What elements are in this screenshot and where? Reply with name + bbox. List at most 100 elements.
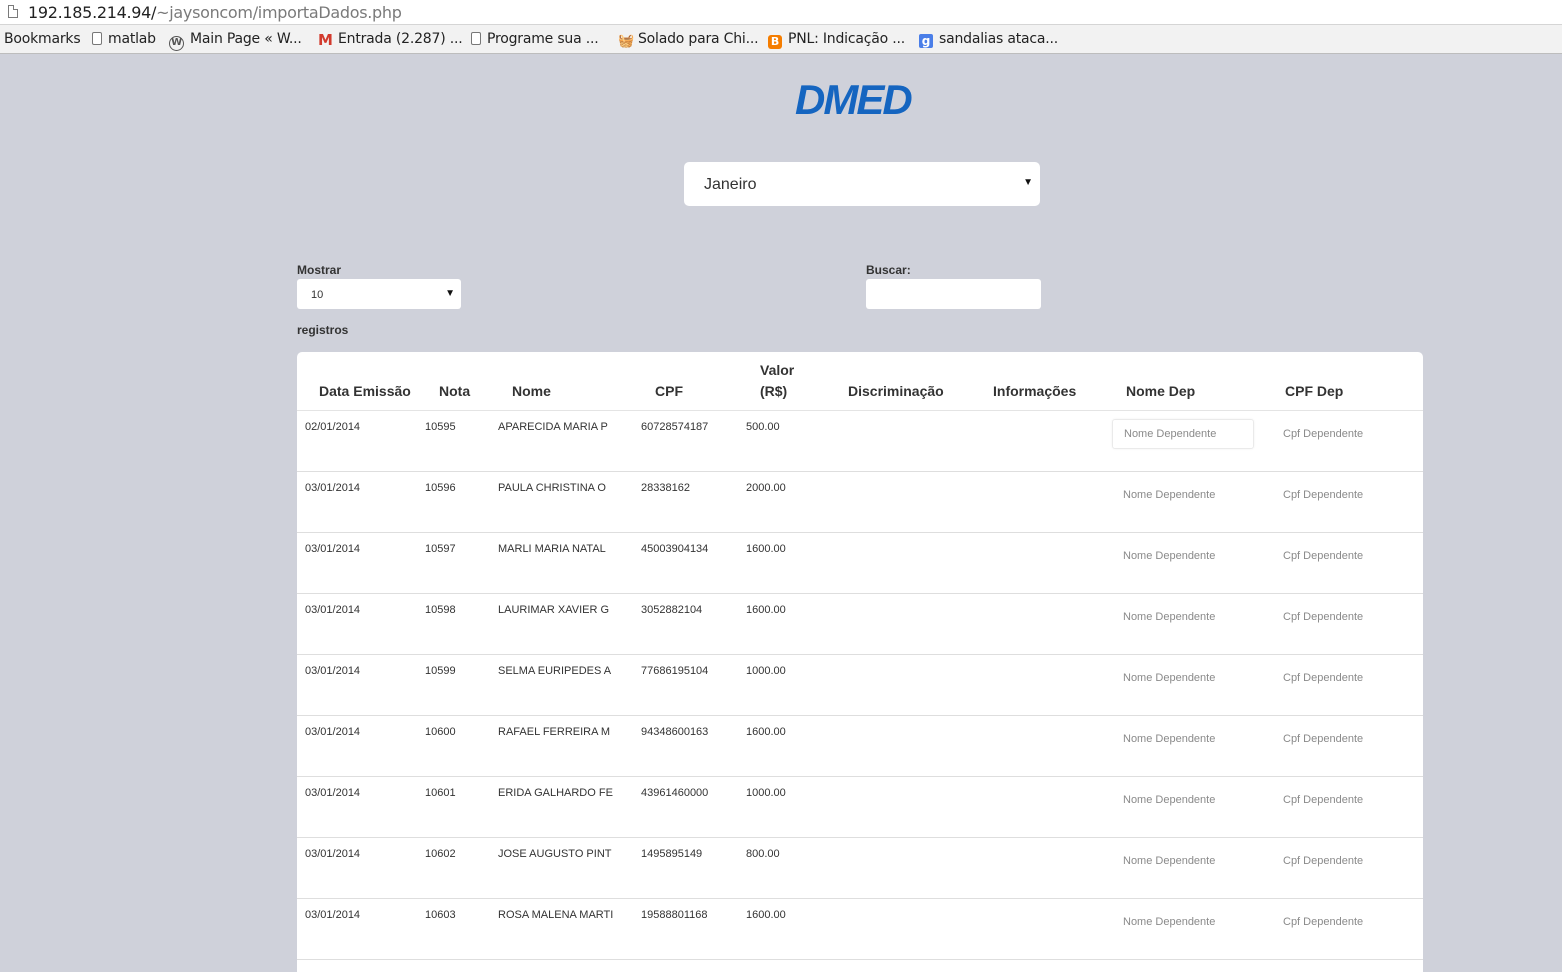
- column-header-nome-dep[interactable]: Nome Dep: [1126, 381, 1195, 402]
- cell-valor: 2000.00: [746, 482, 786, 494]
- document-icon: [92, 32, 102, 45]
- month-select-value: Janeiro: [704, 176, 757, 193]
- cell-valor: 1600.00: [746, 543, 786, 555]
- cell-valor: 1000.00: [746, 665, 786, 677]
- column-header-data-emissao[interactable]: Data Emissão: [319, 381, 411, 402]
- url-text[interactable]: 192.185.214.94/~jaysoncom/importaDados.p…: [28, 3, 402, 22]
- cell-nome: ROSA MALENA MARTI: [498, 909, 614, 921]
- nome-dependente-input[interactable]: [1112, 785, 1254, 815]
- nome-dependente-input[interactable]: [1112, 602, 1254, 632]
- nome-dependente-input[interactable]: [1112, 724, 1254, 754]
- gmail-icon: M: [318, 31, 333, 49]
- bookmark-solado[interactable]: 🧺 Solado para Chi...: [618, 31, 759, 49]
- nome-dependente-input[interactable]: [1112, 419, 1254, 449]
- bookmark-label: Programe sua ...: [487, 31, 599, 47]
- cell-valor: 1600.00: [746, 726, 786, 738]
- cell-nota: 10596: [425, 482, 456, 494]
- cpf-dependente-input[interactable]: [1272, 419, 1402, 449]
- cell-valor: 1600.00: [746, 909, 786, 921]
- nome-dependente-input[interactable]: [1112, 907, 1254, 937]
- table-row: 03/01/2014 10596 PAULA CHRISTINA O 28338162…: [297, 472, 1423, 533]
- cpf-dependente-input[interactable]: [1272, 724, 1402, 754]
- bookmark-pnl[interactable]: B PNL: Indicação ...: [768, 31, 905, 49]
- bookmark-sandalias[interactable]: g sandalias ataca...: [919, 31, 1058, 48]
- cell-nota: 10603: [425, 909, 456, 921]
- bookmark-programe[interactable]: Programe sua ...: [471, 31, 599, 47]
- cpf-dependente-input[interactable]: [1272, 480, 1402, 510]
- document-icon: [471, 32, 481, 45]
- bookmark-matlab[interactable]: matlab: [92, 31, 156, 47]
- bookmark-label: PNL: Indicação ...: [788, 31, 905, 47]
- cell-nota: 10599: [425, 665, 456, 677]
- cell-nome: MARLI MARIA NATAL: [498, 543, 606, 555]
- search-input[interactable]: [866, 279, 1041, 309]
- page-length-value: 10: [311, 289, 324, 301]
- cell-nome: ERIDA GALHARDO FE: [498, 787, 613, 799]
- cell-data-emissao: 03/01/2014: [305, 604, 361, 616]
- cpf-dependente-input[interactable]: [1272, 602, 1402, 632]
- basket-icon: 🧺: [618, 34, 634, 49]
- cell-data-emissao: 03/01/2014: [305, 787, 361, 799]
- page-length-select[interactable]: 10 ▼: [297, 279, 461, 309]
- cell-cpf: 28338162: [641, 482, 690, 494]
- url-host: 192.185.214.94/: [28, 3, 157, 22]
- column-header-valor[interactable]: Valor (R$): [760, 360, 806, 402]
- blogger-icon: B: [768, 35, 782, 49]
- column-header-informacoes[interactable]: Informações: [993, 381, 1076, 402]
- nome-dependente-input[interactable]: [1112, 846, 1254, 876]
- column-header-cpf[interactable]: CPF: [655, 381, 683, 402]
- cell-cpf: 19588801168: [641, 909, 708, 921]
- table-row: 03/01/2014 10600 RAFAEL FERREIRA M 94348600…: [297, 716, 1423, 777]
- cell-nome: PAULA CHRISTINA O: [498, 482, 606, 494]
- cell-nota: 10598: [425, 604, 456, 616]
- logo-text: DMED: [795, 78, 912, 120]
- bookmark-main-page[interactable]: W Main Page « W...: [169, 31, 302, 51]
- bookmark-label: Main Page « W...: [190, 31, 302, 47]
- cell-cpf: 1495895149: [641, 848, 703, 860]
- cpf-dependente-input[interactable]: [1272, 907, 1402, 937]
- column-header-discriminacao[interactable]: Discriminação: [848, 381, 944, 402]
- cell-cpf: 43961460000: [641, 787, 709, 799]
- length-suffix-label: registros: [297, 323, 349, 337]
- cell-data-emissao: 03/01/2014: [305, 848, 361, 860]
- cpf-dependente-input[interactable]: [1272, 663, 1402, 693]
- nome-dependente-input[interactable]: [1112, 480, 1254, 510]
- cell-nota: 10600: [425, 726, 456, 738]
- cpf-dependente-input[interactable]: [1272, 785, 1402, 815]
- cell-nota: 10595: [425, 421, 456, 433]
- address-bar[interactable]: 192.185.214.94/~jaysoncom/importaDados.p…: [0, 0, 1562, 25]
- cell-nome: SELMA EURIPEDES A: [498, 665, 612, 677]
- table-row: 03/01/2014 10597 MARLI MARIA NATAL 45003904…: [297, 533, 1423, 594]
- cell-nome: APARECIDA MARIA P: [498, 421, 608, 433]
- month-select[interactable]: Janeiro ▼: [684, 162, 1040, 206]
- cell-nota: 10597: [425, 543, 456, 555]
- google-icon: g: [919, 34, 933, 48]
- bookmark-label: matlab: [108, 31, 156, 47]
- table-row: 03/01/2014 10602 JOSE AUGUSTO PINT 14958951…: [297, 838, 1423, 899]
- cell-cpf: 60728574187: [641, 421, 709, 433]
- column-header-cpf-dep[interactable]: CPF Dep: [1285, 381, 1343, 402]
- cell-nome: RAFAEL FERREIRA M: [498, 726, 611, 738]
- cpf-dependente-input[interactable]: [1272, 541, 1402, 571]
- caret-down-icon: ▼: [1023, 177, 1033, 188]
- bookmark-label: Solado para Chi...: [638, 31, 759, 47]
- cell-nome: LAURIMAR XAVIER G: [498, 604, 610, 616]
- cpf-dependente-input[interactable]: [1272, 846, 1402, 876]
- wordpress-icon: W: [169, 36, 184, 51]
- caret-down-icon: ▼: [445, 288, 455, 299]
- nome-dependente-input[interactable]: [1112, 541, 1254, 571]
- table-row: 02/01/2014 10595 APARECIDA MARIA P 60728574…: [297, 411, 1423, 472]
- bookmark-label: Bookmarks: [4, 31, 81, 47]
- bookmark-entrada[interactable]: M Entrada (2.287) ...: [318, 31, 463, 49]
- nome-dependente-input[interactable]: [1112, 663, 1254, 693]
- cell-data-emissao: 03/01/2014: [305, 665, 361, 677]
- column-header-nome[interactable]: Nome: [512, 381, 551, 402]
- cell-cpf: 45003904134: [641, 543, 709, 555]
- cell-valor: 1000.00: [746, 787, 786, 799]
- table-row: 03/01/2014 10598 LAURIMAR XAVIER G 30528821…: [297, 594, 1423, 655]
- cell-cpf: 3052882104: [641, 604, 703, 616]
- bookmarks-bar: Bookmarks matlab W Main Page « W... M Entr…: [0, 25, 1562, 54]
- cell-nome: JOSE AUGUSTO PINT: [498, 848, 612, 860]
- bookmarks-menu[interactable]: Bookmarks: [4, 31, 81, 47]
- column-header-nota[interactable]: Nota: [439, 381, 470, 402]
